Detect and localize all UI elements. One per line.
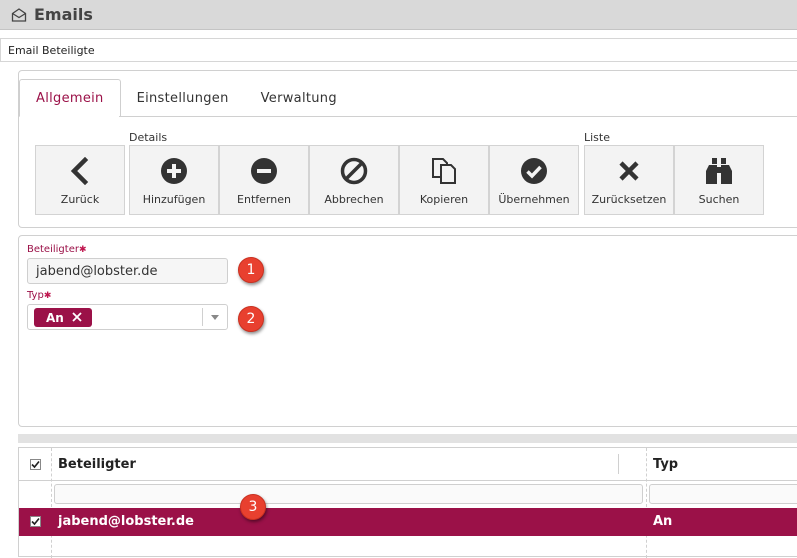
mail-open-icon bbox=[11, 7, 27, 23]
copy-icon bbox=[429, 156, 459, 186]
typ-label: Typ✱ bbox=[27, 290, 51, 301]
copy-button-label: Kopieren bbox=[419, 193, 469, 206]
reset-button[interactable]: Zurücksetzen bbox=[584, 145, 674, 215]
typ-select[interactable]: An bbox=[27, 304, 228, 330]
apply-button[interactable]: Übernehmen bbox=[489, 145, 579, 215]
cell-beteiligter: jabend@lobster.de bbox=[58, 514, 194, 529]
apply-button-label: Übernehmen bbox=[498, 193, 570, 206]
tab-einstellungen[interactable]: Einstellungen bbox=[121, 79, 245, 117]
tab-allgemein[interactable]: Allgemein bbox=[19, 79, 121, 117]
tab-panel: Allgemein Einstellungen Verwaltung Detai… bbox=[18, 70, 797, 228]
callout-marker-1: 1 bbox=[238, 257, 264, 283]
chevron-down-icon[interactable] bbox=[211, 315, 219, 320]
select-divider bbox=[202, 308, 203, 326]
cancel-button[interactable]: Abbrechen bbox=[309, 145, 399, 215]
column-resize-handle[interactable] bbox=[618, 454, 619, 474]
search-button[interactable]: Suchen bbox=[674, 145, 764, 215]
column-divider bbox=[51, 448, 52, 558]
tab-verwaltung[interactable]: Verwaltung bbox=[245, 79, 353, 117]
row-checkbox[interactable] bbox=[30, 516, 41, 527]
form-panel: Beteiligter✱ jabend@lobster.de Typ✱ An bbox=[18, 235, 797, 427]
typ-tag: An bbox=[34, 308, 92, 327]
app-title-bar: Emails bbox=[0, 0, 797, 30]
data-grid: Beteiligter Typ jabend@lobster.de An bbox=[18, 447, 797, 558]
back-button[interactable]: Zurück bbox=[35, 145, 125, 215]
minus-circle-icon bbox=[249, 156, 279, 186]
beteiligter-label-text: Beteiligter bbox=[27, 244, 79, 255]
required-mark: ✱ bbox=[78, 245, 87, 255]
plus-circle-icon bbox=[159, 156, 189, 186]
group-label-liste: Liste bbox=[584, 131, 610, 144]
binoculars-icon bbox=[704, 156, 734, 186]
callout-marker-2: 2 bbox=[238, 306, 264, 332]
tab-bar: Allgemein Einstellungen Verwaltung bbox=[19, 79, 353, 117]
check-circle-icon bbox=[519, 156, 549, 186]
add-button-label: Hinzufügen bbox=[142, 193, 206, 206]
tag-remove-icon[interactable] bbox=[72, 311, 82, 325]
search-button-label: Suchen bbox=[698, 193, 740, 206]
remove-button-label: Entfernen bbox=[237, 193, 291, 206]
column-divider bbox=[646, 448, 647, 558]
back-button-label: Zurück bbox=[60, 193, 100, 206]
chevron-left-icon bbox=[65, 156, 95, 186]
panel-title: Email Beteiligte bbox=[0, 38, 797, 62]
cancel-button-label: Abbrechen bbox=[324, 193, 384, 206]
section-separator bbox=[18, 434, 797, 443]
table-row[interactable]: jabend@lobster.de An bbox=[19, 508, 797, 536]
tab-divider bbox=[119, 116, 797, 117]
filter-input-beteiligter[interactable] bbox=[54, 484, 643, 504]
typ-tag-label: An bbox=[46, 310, 64, 325]
column-header-typ[interactable]: Typ bbox=[646, 448, 678, 481]
group-label-details: Details bbox=[129, 131, 168, 144]
remove-button[interactable]: Entfernen bbox=[219, 145, 309, 215]
select-all-checkbox[interactable] bbox=[30, 459, 41, 470]
typ-label-text: Typ bbox=[27, 290, 44, 301]
add-button[interactable]: Hinzufügen bbox=[129, 145, 219, 215]
cell-typ: An bbox=[653, 514, 673, 529]
x-icon bbox=[614, 156, 644, 186]
cancel-circle-icon bbox=[339, 156, 369, 186]
column-header-beteiligter[interactable]: Beteiligter bbox=[51, 448, 136, 481]
copy-button[interactable]: Kopieren bbox=[399, 145, 489, 215]
required-mark: ✱ bbox=[43, 291, 52, 301]
app-title: Emails bbox=[34, 5, 93, 24]
callout-marker-3: 3 bbox=[240, 494, 266, 520]
reset-button-label: Zurücksetzen bbox=[591, 193, 667, 206]
beteiligter-input[interactable]: jabend@lobster.de bbox=[27, 258, 228, 284]
beteiligter-label: Beteiligter✱ bbox=[27, 244, 87, 255]
grid-header: Beteiligter Typ bbox=[19, 448, 797, 481]
filter-input-typ[interactable] bbox=[649, 484, 797, 504]
